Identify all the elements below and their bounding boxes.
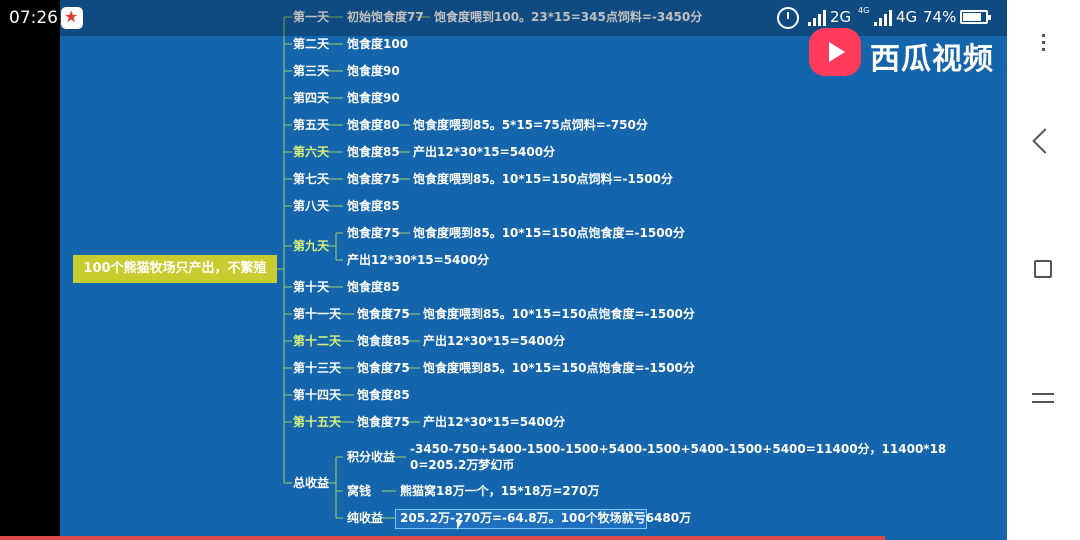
day-detail: 产出12*30*15=5400分 bbox=[423, 334, 566, 348]
day-value: 产出12*30*15=5400分 bbox=[347, 253, 490, 267]
net-label: 纯收益 bbox=[347, 511, 384, 525]
day-value: 饱食度90 bbox=[347, 64, 400, 78]
day-detail: 饱食度喂到85。10*15=150点饱食度=-1500分 bbox=[423, 307, 695, 321]
day-label: 第九天 bbox=[293, 239, 330, 253]
day-value: 饱食度75 bbox=[347, 226, 400, 240]
video-frame[interactable]: 100个熊猫牧场只产出，不繁殖 第一天 初始饱食度77 饱食度喂到100。23*… bbox=[60, 0, 1007, 540]
day-label: 第六天 bbox=[293, 145, 330, 159]
day-label: 第八天 bbox=[293, 199, 330, 213]
day-value: 饱食度90 bbox=[347, 91, 400, 105]
signal-icon bbox=[874, 10, 894, 26]
day-detail: 饱食度喂到85。10*15=150点饱食度=-1500分 bbox=[423, 361, 695, 375]
brand-watermark: 西瓜视频 bbox=[870, 42, 994, 77]
mindmap-root: 100个熊猫牧场只产出，不繁殖 bbox=[73, 255, 277, 283]
alarm-icon bbox=[777, 7, 799, 29]
day-value: 饱食度75 bbox=[357, 361, 410, 375]
day-label: 第四天 bbox=[293, 91, 330, 105]
day-detail: 产出12*30*15=5400分 bbox=[423, 415, 566, 429]
day-label: 第十一天 bbox=[293, 307, 342, 321]
nest-value: 熊猫窝18万一个，15*18万=270万 bbox=[400, 484, 600, 498]
day-label: 第十二天 bbox=[293, 334, 342, 348]
net-value: 205.2万-270万=-64.8万。100个牧场就亏6480万 bbox=[400, 511, 692, 525]
day-value: 饱食度100 bbox=[347, 37, 409, 51]
day-detail: 饱食度喂到85。10*15=150点饱食度=-1500分 bbox=[413, 226, 685, 240]
network-type-2: 4G bbox=[896, 8, 918, 26]
nest-label: 窝钱 bbox=[347, 484, 372, 498]
day-value: 饱食度85 bbox=[347, 145, 400, 159]
menu-icon[interactable] bbox=[1042, 34, 1045, 55]
day-value: 饱食度75 bbox=[357, 307, 410, 321]
day-label: 第十天 bbox=[293, 280, 330, 294]
network-type-1: 2G bbox=[830, 8, 852, 26]
day-label: 第三天 bbox=[293, 64, 330, 78]
day-value: 饱食度85 bbox=[357, 388, 410, 402]
recents-icon[interactable] bbox=[1034, 260, 1052, 278]
day-value: 饱食度85 bbox=[357, 334, 410, 348]
back-icon[interactable] bbox=[1032, 128, 1058, 154]
clock: 07:26 bbox=[9, 8, 58, 28]
xigua-logo-icon bbox=[809, 28, 861, 76]
day-detail: 产出12*30*15=5400分 bbox=[413, 145, 556, 159]
day-label: 第五天 bbox=[293, 118, 330, 132]
day-label: 第十四天 bbox=[293, 388, 342, 402]
day-value: 饱食度75 bbox=[347, 172, 400, 186]
switch-icon[interactable] bbox=[1032, 388, 1054, 408]
day-value: 饱食度85 bbox=[347, 280, 400, 294]
day-detail: 饱食度喂到85。10*15=150点饲料=-1500分 bbox=[413, 172, 673, 186]
video-progress-bar[interactable] bbox=[0, 536, 885, 540]
day-label: 第十三天 bbox=[293, 361, 342, 375]
signal-icon bbox=[808, 10, 828, 26]
network-sub-label: 4G bbox=[858, 6, 870, 15]
day-value: 饱食度75 bbox=[357, 415, 410, 429]
summary-label: 总收益 bbox=[293, 476, 330, 490]
day-label: 第七天 bbox=[293, 172, 330, 186]
day-value: 饱食度85 bbox=[347, 199, 400, 213]
day-value: 饱食度80 bbox=[347, 118, 400, 132]
battery-icon bbox=[960, 10, 991, 24]
points-formula: -3450-750+5400-1500-1500+5400-1500+5400-… bbox=[410, 442, 947, 456]
day-label: 第二天 bbox=[293, 37, 330, 51]
battery-percent: 74% bbox=[923, 8, 957, 26]
navigation-bar bbox=[1007, 0, 1080, 540]
app-notification-icon: ★ bbox=[61, 7, 83, 29]
mouse-cursor-icon bbox=[457, 520, 463, 530]
status-bar: 07:26 ★ 2G 4G 4G 74% bbox=[0, 0, 1008, 36]
day-label: 第十五天 bbox=[293, 415, 342, 429]
day-detail: 饱食度喂到85。5*15=75点饲料=-750分 bbox=[413, 118, 648, 132]
points-result: 0=205.2万梦幻币 bbox=[410, 458, 515, 472]
points-label: 积分收益 bbox=[347, 450, 396, 464]
